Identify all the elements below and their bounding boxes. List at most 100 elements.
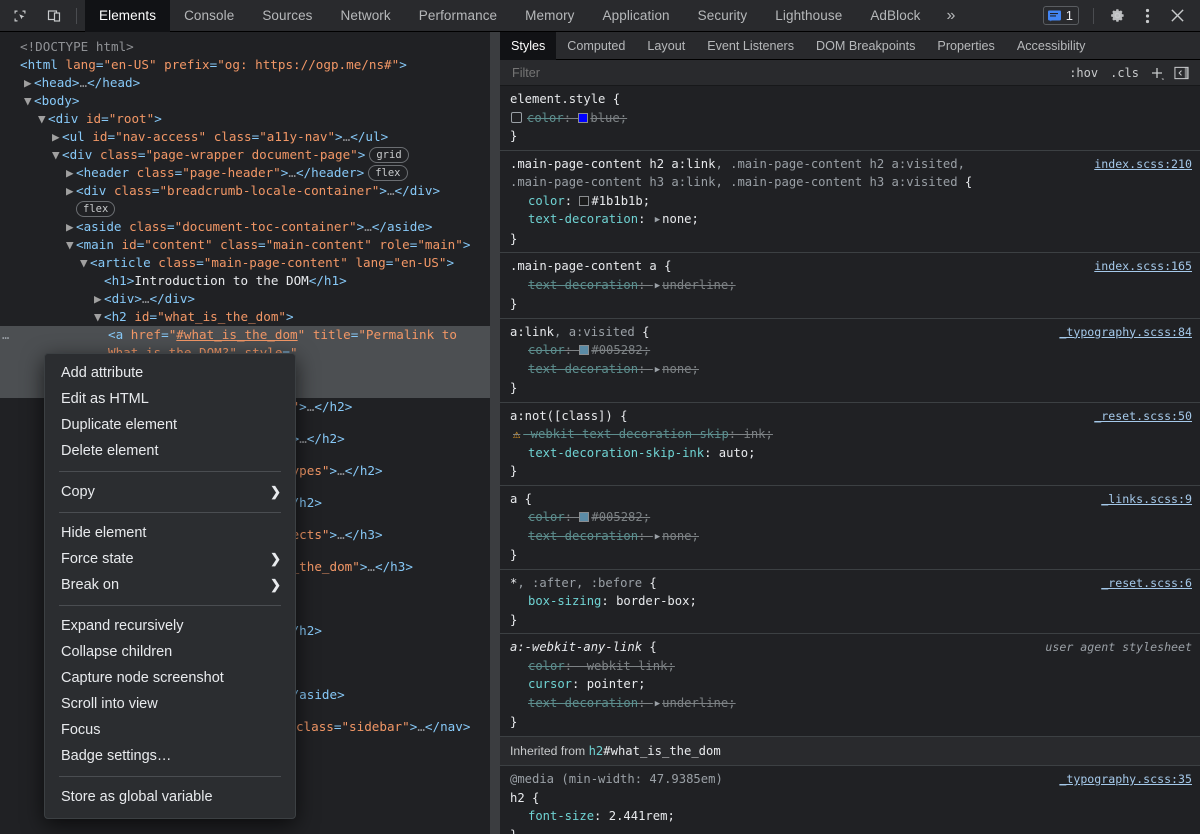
tab-computed[interactable]: Computed: [556, 32, 636, 60]
css-selector[interactable]: h2 {: [510, 789, 1194, 808]
css-rule[interactable]: index.scss:210 .main-page-content h2 a:li…: [500, 151, 1200, 253]
css-property-name[interactable]: text-decoration: [528, 696, 638, 710]
dom-node-row[interactable]: ▶ <div>…</div>: [0, 290, 490, 308]
expand-twisty[interactable]: ▼: [24, 92, 34, 110]
style-origin-link[interactable]: index.scss:165: [1094, 257, 1192, 276]
css-selector[interactable]: element.style {: [510, 90, 1194, 109]
tab-lighthouse[interactable]: Lighthouse: [761, 0, 856, 32]
dom-node-row[interactable]: <h1>Introduction to the DOM</h1>: [0, 272, 490, 290]
css-property-name[interactable]: text-decoration: [528, 362, 638, 376]
tab-styles[interactable]: Styles: [500, 32, 557, 60]
css-declaration[interactable]: color: blue;: [510, 109, 1194, 128]
tab-elements[interactable]: Elements: [85, 0, 171, 32]
tab-network[interactable]: Network: [327, 0, 405, 32]
expand-shorthand-icon[interactable]: ▶: [655, 695, 660, 714]
expand-shorthand-icon[interactable]: ▶: [655, 277, 660, 296]
dom-node-row[interactable]: ▶ <head>…</head>: [0, 74, 490, 92]
expand-shorthand-icon[interactable]: ▶: [655, 528, 660, 547]
menu-item-badge-settings[interactable]: Badge settings…: [45, 743, 295, 769]
css-property-name[interactable]: text-decoration: [528, 212, 638, 226]
css-property-name[interactable]: cursor: [528, 677, 572, 691]
close-icon[interactable]: [1162, 3, 1192, 29]
expand-shorthand-icon[interactable]: ▶: [655, 211, 660, 230]
css-property-value[interactable]: underline: [662, 278, 728, 292]
menu-item-break-on[interactable]: Break on ❯: [45, 572, 295, 598]
css-property-value[interactable]: none: [662, 529, 691, 543]
css-declaration[interactable]: text-decoration: ▶ none;: [510, 527, 1194, 547]
css-property-name[interactable]: box-sizing: [528, 594, 601, 608]
tab-dom-breakpoints[interactable]: DOM Breakpoints: [805, 32, 926, 60]
device-toolbar-icon[interactable]: [40, 3, 68, 29]
dom-node-row[interactable]: ▶ <ul id="nav-access" class="a11y-nav">…<…: [0, 128, 490, 146]
new-style-rule-icon[interactable]: [1145, 66, 1169, 80]
css-declaration[interactable]: ⚠ -webkit-text-decoration-skip: ink;: [510, 425, 1194, 444]
inspect-element-icon[interactable]: [6, 3, 34, 29]
css-property-name[interactable]: -webkit-text-decoration-skip: [523, 427, 728, 441]
dom-node-row[interactable]: ▶ <header class="page-header">…</header> f…: [0, 164, 490, 182]
expand-twisty[interactable]: ▼: [38, 110, 48, 128]
tab-adblock[interactable]: AdBlock: [856, 0, 934, 32]
expand-twisty[interactable]: ▶: [66, 218, 76, 236]
menu-item-collapse-children[interactable]: Collapse children: [45, 639, 295, 665]
css-rule[interactable]: index.scss:165 .main-page-content a {text…: [500, 253, 1200, 319]
expand-twisty[interactable]: ▼: [66, 236, 76, 254]
gear-icon[interactable]: [1102, 3, 1132, 29]
css-declaration[interactable]: color: #005282;: [510, 508, 1194, 527]
expand-twisty[interactable]: ▼: [52, 146, 62, 164]
style-origin-link[interactable]: _typography.scss:84: [1059, 323, 1192, 342]
css-property-name[interactable]: font-size: [528, 809, 594, 823]
expand-twisty[interactable]: [10, 56, 20, 74]
menu-item-add-attribute[interactable]: Add attribute: [45, 360, 295, 386]
color-swatch[interactable]: [579, 512, 590, 522]
dom-node-row-selected[interactable]: … <a href="#what_is_the_dom" title="Perma…: [0, 326, 490, 344]
dom-node-row[interactable]: ▶ <div class="breadcrumb-locale-container…: [0, 182, 490, 200]
css-selector[interactable]: .main-page-content a {: [510, 257, 1194, 276]
menu-item-capture-node-screenshot[interactable]: Capture node screenshot: [45, 665, 295, 691]
menu-item-scroll-into-view[interactable]: Scroll into view: [45, 691, 295, 717]
css-rule[interactable]: user agent stylesheet a:-webkit-any-link …: [500, 634, 1200, 737]
dom-node-row[interactable]: ▶ <aside class="document-toc-container">……: [0, 218, 490, 236]
style-origin-link[interactable]: _reset.scss:6: [1101, 574, 1192, 593]
color-swatch[interactable]: [579, 345, 590, 355]
console-message-badge[interactable]: 1: [1042, 6, 1079, 25]
color-swatch[interactable]: [579, 195, 590, 206]
expand-twisty[interactable]: ▶: [52, 128, 62, 146]
dom-node-row[interactable]: <html lang="en-US" prefix="og: https://o…: [0, 56, 490, 74]
css-property-name[interactable]: text-decoration: [528, 278, 638, 292]
expand-twisty[interactable]: [66, 200, 76, 218]
tab-sources[interactable]: Sources: [248, 0, 326, 32]
css-property-value[interactable]: 2.441rem: [609, 809, 668, 823]
css-property-name[interactable]: color: [528, 343, 565, 357]
css-property-name[interactable]: color: [527, 111, 564, 125]
css-property-name[interactable]: text-decoration-skip-ink: [528, 446, 704, 460]
tab-console[interactable]: Console: [170, 0, 248, 32]
menu-item-copy[interactable]: Copy ❯: [45, 479, 295, 505]
css-declaration[interactable]: color: -webkit-link;: [510, 657, 1194, 676]
tab-memory[interactable]: Memory: [511, 0, 588, 32]
css-property-value[interactable]: ink: [743, 427, 765, 441]
dom-node-row[interactable]: ▼ <div class="page-wrapper document-page"…: [0, 146, 490, 164]
style-origin-link[interactable]: index.scss:210: [1094, 155, 1192, 174]
css-rule[interactable]: _links.scss:9 a {color: #005282; text-deco…: [500, 486, 1200, 570]
element-context-menu[interactable]: Add attribute Edit as HTML Duplicate eleme…: [44, 353, 296, 819]
css-declaration[interactable]: text-decoration: ▶ underline;: [510, 276, 1194, 296]
dom-node-row[interactable]: ▼ <div id="root">: [0, 110, 490, 128]
css-rule[interactable]: @media (min-width: 47.9385em) _typography…: [500, 766, 1200, 834]
css-property-value[interactable]: #005282: [591, 510, 642, 524]
tab-performance[interactable]: Performance: [405, 0, 511, 32]
css-property-value[interactable]: border-box: [616, 594, 689, 608]
css-property-value[interactable]: blue: [590, 111, 619, 125]
node-ellipsis-icon[interactable]: …: [2, 326, 10, 344]
tab-application[interactable]: Application: [589, 0, 684, 32]
expand-twisty[interactable]: ▼: [94, 308, 104, 326]
tab-accessibility[interactable]: Accessibility: [1006, 32, 1097, 60]
css-declaration[interactable]: color: #005282;: [510, 341, 1194, 360]
inherited-id[interactable]: #what_is_the_dom: [603, 744, 720, 758]
dom-node-row[interactable]: <!DOCTYPE html>: [0, 38, 490, 56]
css-declaration[interactable]: color: #1b1b1b;: [510, 192, 1194, 211]
expand-twisty[interactable]: ▶: [66, 182, 76, 200]
css-declaration[interactable]: box-sizing: border-box;: [510, 592, 1194, 611]
css-rule[interactable]: _typography.scss:84 a:link, a:visited {co…: [500, 319, 1200, 403]
css-selector[interactable]: a {: [510, 490, 1194, 509]
dom-node-row[interactable]: ▼ <h2 id="what_is_the_dom">: [0, 308, 490, 326]
